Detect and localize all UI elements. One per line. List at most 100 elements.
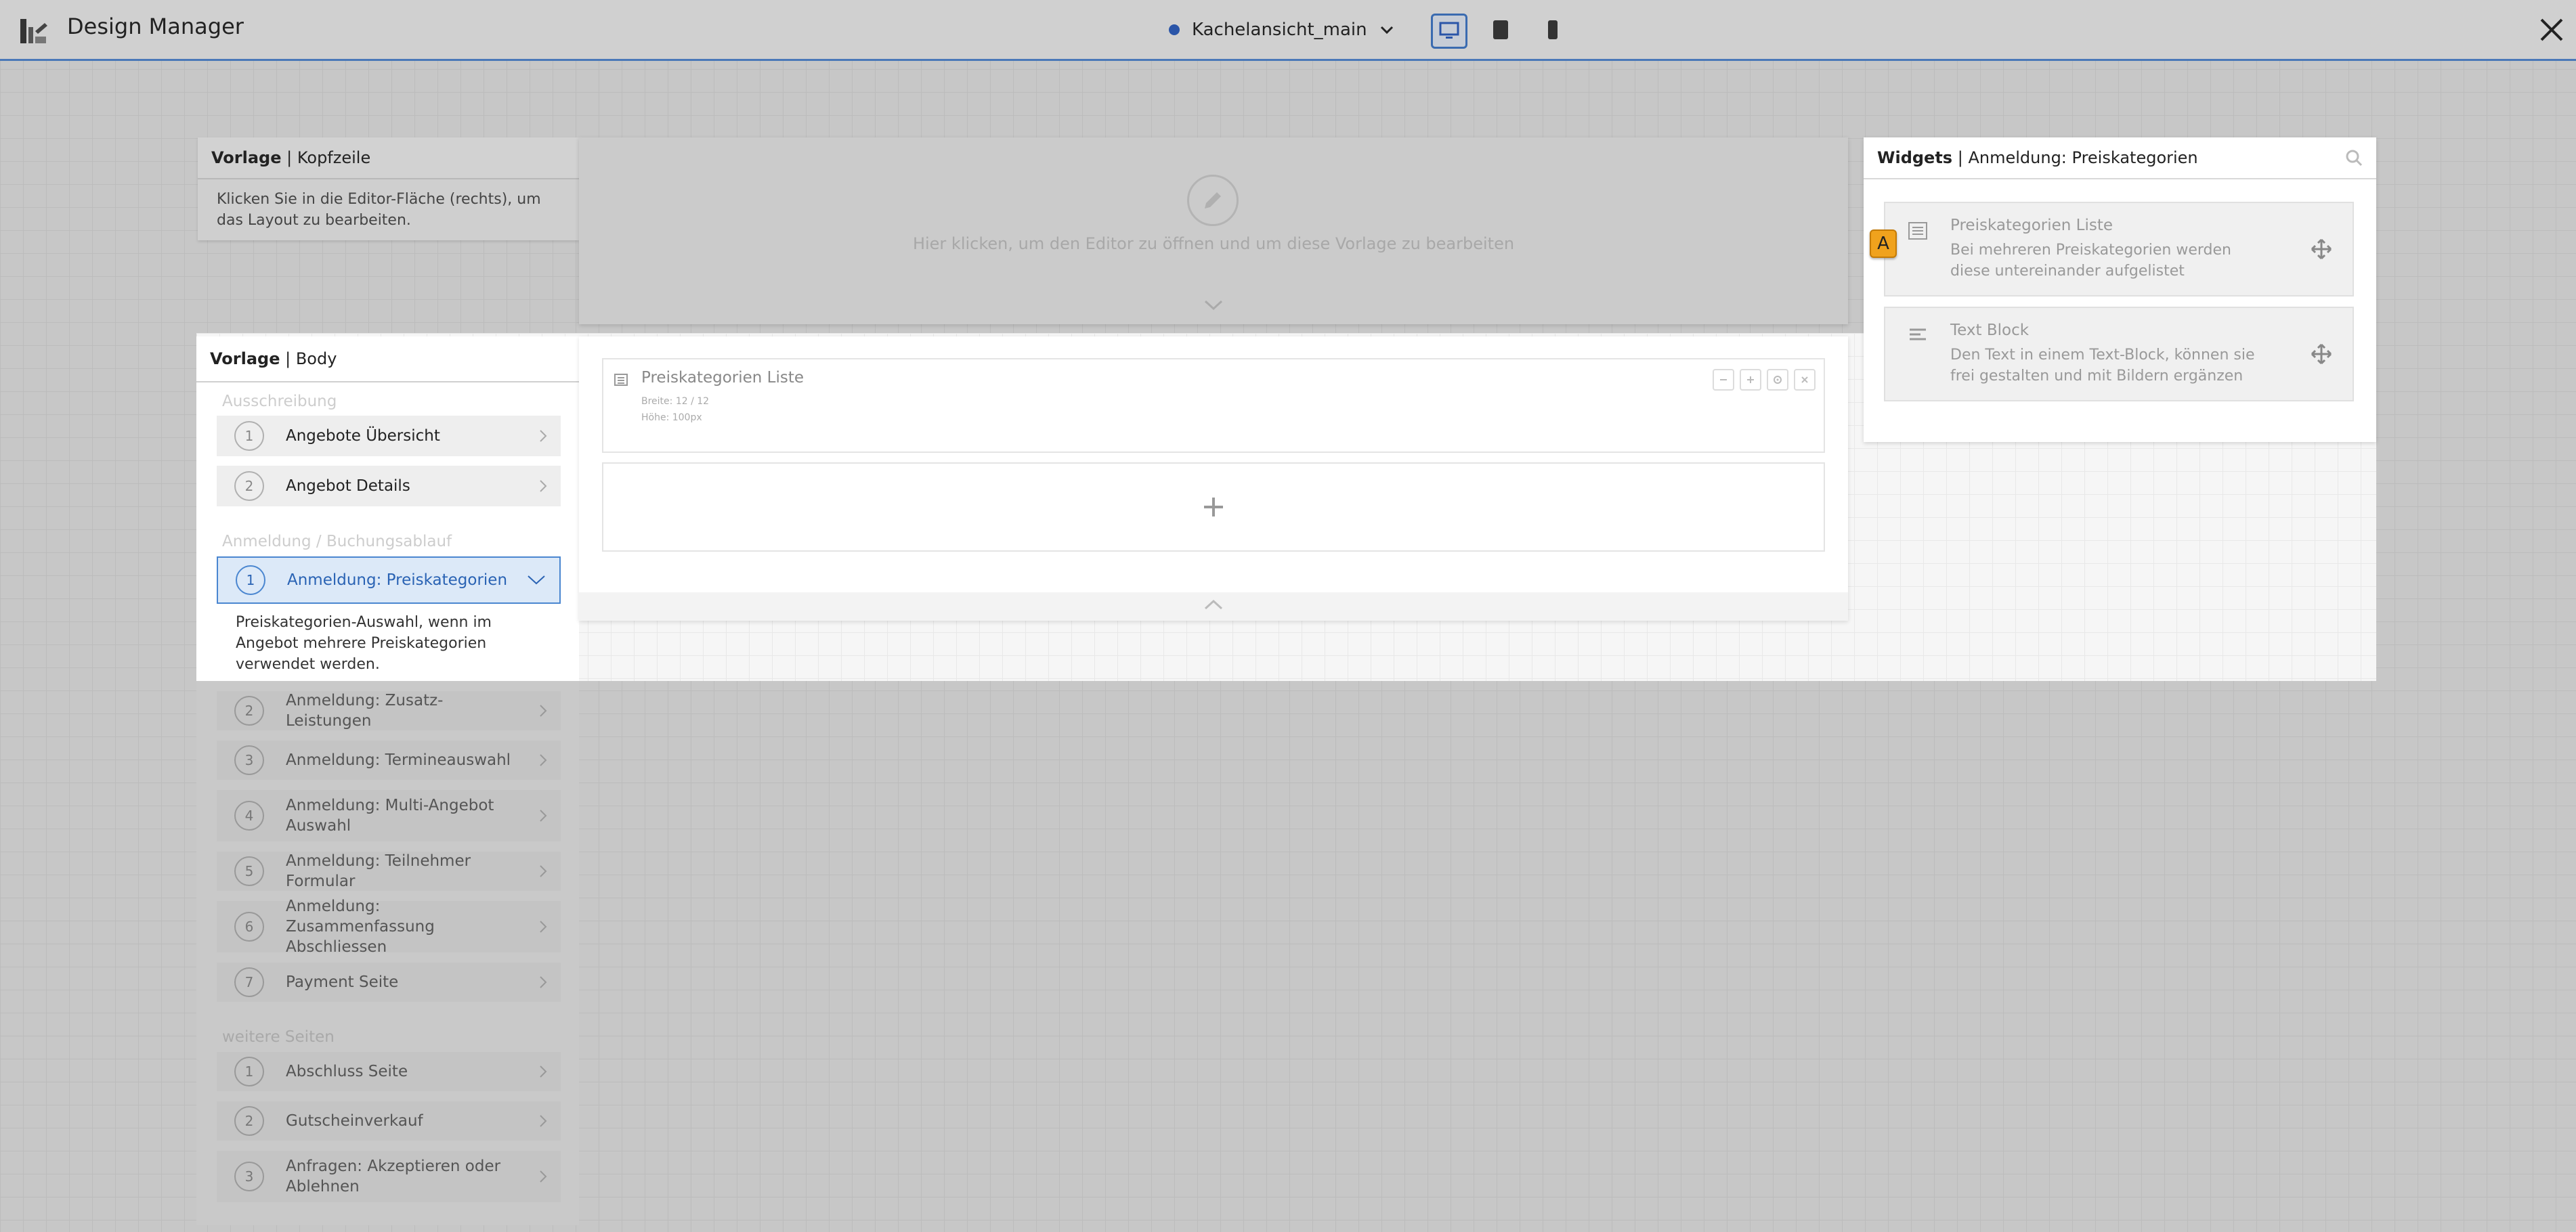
nav-item-teilnehmer-formular[interactable]: 5 Anmeldung: Teilnehmer Formular [217, 852, 561, 891]
nav-item-label: Anmeldung: Multi-Angebot Auswahl [286, 797, 494, 835]
step-number: 1 [234, 1057, 264, 1086]
step-number: 2 [234, 1106, 264, 1136]
selected-page-description: Preiskategorien-Auswahl, wenn im Angebot… [236, 614, 492, 673]
header-editor-area[interactable]: Hier klicken, um den Editor zu öffnen un… [579, 137, 1848, 324]
chevron-right-icon [540, 480, 547, 492]
editor-widget-title: Preiskategorien Liste [641, 369, 804, 387]
nav-item-abschluss-seite[interactable]: 1 Abschluss Seite [217, 1052, 561, 1091]
nav-item-angebot-details[interactable]: 2 Angebot Details [217, 466, 561, 506]
top-bar: Design Manager Kachelansicht_main [0, 0, 2576, 61]
nav-item-label: Angebote Übersicht [286, 427, 440, 445]
step-number: 3 [234, 745, 264, 775]
chevron-right-icon [540, 976, 547, 988]
desktop-view-button[interactable] [1431, 14, 1467, 49]
close-icon[interactable] [2538, 16, 2565, 43]
gear-icon[interactable] [1767, 369, 1788, 391]
hint-badge: A [1870, 229, 1897, 258]
nav-item-anfragen[interactable]: 3 Anfragen: Akzeptieren oder Ablehnen [217, 1151, 561, 1202]
step-number: 1 [234, 421, 264, 451]
step-number: 2 [234, 471, 264, 501]
chevron-right-icon [540, 1115, 547, 1127]
header-template-title: Vorlage | Kopfzeile [198, 137, 579, 179]
minus-icon[interactable] [1713, 369, 1734, 391]
nav-item-label: Angebot Details [286, 477, 410, 495]
chevron-down-icon [528, 575, 545, 585]
chevron-right-icon [540, 754, 547, 766]
nav-item-label: Abschluss Seite [286, 1063, 408, 1080]
nav-item-label: Gutscheinverkauf [286, 1112, 423, 1130]
nav-item-termineauswahl[interactable]: 3 Anmeldung: Termineauswahl [217, 741, 561, 780]
chevron-down-icon [1379, 22, 1394, 37]
widgets-panel-title: Widgets | Anmeldung: Preiskategorien [1864, 137, 2376, 179]
nav-section-anmeldung: Anmeldung / Buchungsablauf [222, 533, 452, 550]
nav-item-label: Anmeldung: Teilnehmer Formular [286, 852, 471, 890]
pencil-icon[interactable] [1187, 175, 1239, 226]
step-number: 7 [234, 967, 264, 997]
layout-selector-value: Kachelansicht_main [1192, 20, 1367, 40]
list-icon [1908, 222, 1927, 240]
widget-card-preiskategorien-liste[interactable]: Preiskategorien Liste Bei mehreren Preis… [1884, 202, 2354, 296]
nav-item-label: Anmeldung: Termineauswahl [286, 751, 511, 769]
tablet-icon [1493, 20, 1508, 39]
page-navigation-panel: Vorlage | Body Ausschreibung 1 Angebote … [196, 336, 579, 1225]
move-icon[interactable] [2311, 238, 2332, 260]
chevron-right-icon [540, 1170, 547, 1183]
nav-item-label: Payment Seite [286, 973, 399, 991]
nav-item-multi-angebot-auswahl[interactable]: 4 Anmeldung: Multi-Angebot Auswahl [217, 790, 561, 841]
nav-item-zusatz-leistungen[interactable]: 2 Anmeldung: Zusatz-Leistungen [217, 691, 561, 730]
widget-width-label: Breite: 12 / 12 [641, 396, 710, 407]
design-manager-logo-icon [19, 18, 49, 45]
body-template-title: Vorlage | Body [196, 336, 579, 382]
step-number: 2 [234, 696, 264, 726]
chevron-right-icon [540, 865, 547, 877]
step-number: 1 [236, 565, 265, 595]
chevron-right-icon [540, 1065, 547, 1078]
step-number: 6 [234, 912, 264, 942]
body-editor-area[interactable]: Preiskategorien Liste Breite: 12 / 12 Hö… [579, 336, 1848, 621]
widget-card-title: Preiskategorien Liste [1950, 217, 2113, 234]
chevron-down-icon[interactable] [1203, 299, 1224, 312]
search-icon[interactable] [2345, 149, 2363, 167]
nav-item-anmeldung-preiskategorien[interactable]: 1 Anmeldung: Preiskategorien [217, 556, 561, 604]
header-editor-hint: Hier klicken, um den Editor zu öffnen un… [912, 234, 1515, 253]
widget-card-description: Bei mehreren Preiskategorien werden dies… [1950, 242, 2232, 280]
layout-status-dot [1169, 24, 1180, 35]
widget-card-text-block[interactable]: Text Block Den Text in einem Text-Block,… [1884, 307, 2354, 401]
desktop-icon [1439, 22, 1459, 39]
nav-item-label: Anfragen: Akzeptieren oder Ablehnen [286, 1158, 501, 1195]
widget-row-toolbar [1713, 369, 1816, 391]
chevron-right-icon [540, 921, 547, 933]
step-number: 5 [234, 856, 264, 886]
text-align-icon [1908, 327, 1927, 345]
plus-icon[interactable] [1740, 369, 1761, 391]
nav-item-angebote-uebersicht[interactable]: 1 Angebote Übersicht [217, 416, 561, 456]
widgets-panel: Widgets | Anmeldung: Preiskategorien Pre… [1864, 137, 2376, 442]
nav-item-label: Anmeldung: Zusatz-Leistungen [286, 692, 444, 730]
chevron-right-icon [540, 810, 547, 822]
app-title: Design Manager [67, 14, 244, 39]
move-icon[interactable] [2311, 343, 2332, 365]
nav-section-weitere-seiten: weitere Seiten [222, 1028, 335, 1046]
phone-icon [1548, 20, 1558, 39]
widget-card-title: Text Block [1950, 322, 2030, 339]
nav-section-ausschreibung: Ausschreibung [222, 393, 337, 410]
nav-item-zusammenfassung-abschliessen[interactable]: 6 Anmeldung: Zusammenfassung Abschliesse… [217, 898, 561, 956]
nav-item-gutscheinverkauf[interactable]: 2 Gutscheinverkauf [217, 1101, 561, 1141]
header-template-description: Klicken Sie in die Editor-Fläche (rechts… [217, 191, 541, 229]
add-row-button[interactable] [602, 462, 1825, 552]
step-number: 3 [234, 1162, 264, 1191]
list-icon [614, 373, 628, 387]
chevron-right-icon [540, 430, 547, 442]
nav-item-label: Anmeldung: Preiskategorien [287, 571, 508, 589]
header-template-panel: Vorlage | Kopfzeile Klicken Sie in die E… [198, 137, 579, 240]
close-icon[interactable] [1794, 369, 1816, 391]
nav-item-payment-seite[interactable]: 7 Payment Seite [217, 963, 561, 1002]
editor-widget-row[interactable]: Preiskategorien Liste Breite: 12 / 12 Hö… [602, 358, 1825, 453]
layout-selector-dropdown[interactable]: Kachelansicht_main [1169, 15, 1394, 45]
phone-view-button[interactable] [1545, 18, 1561, 42]
chevron-up-icon[interactable] [1203, 598, 1224, 611]
chevron-right-icon [540, 705, 547, 717]
nav-item-label: Anmeldung: Zusammenfassung Abschliessen [286, 898, 435, 956]
tablet-view-button[interactable] [1490, 18, 1511, 42]
widget-card-description: Den Text in einem Text-Block, können sie… [1950, 347, 2255, 384]
